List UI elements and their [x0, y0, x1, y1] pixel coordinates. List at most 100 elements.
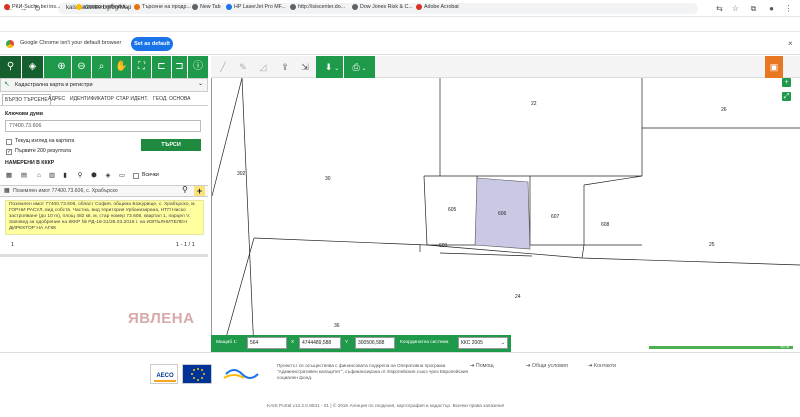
left-panel-blank [0, 257, 208, 352]
scale-input[interactable]: 564 [247, 337, 287, 349]
bookmark-0[interactable]: РКИ-Suche bei ins... [4, 3, 60, 12]
programme-logo [220, 364, 260, 384]
bookmark-icon [4, 3, 10, 10]
location-pin-icon[interactable]: ⚲ [76, 172, 84, 180]
close-icon[interactable]: × [788, 39, 793, 48]
parcel-label: 36 [334, 323, 340, 329]
bookmark-6[interactable]: Dow Jones Risk & C... [352, 3, 413, 12]
x-label: X [291, 340, 295, 345]
bookmark-icon [290, 3, 296, 10]
contacts-link[interactable]: ➔ Контакти [588, 363, 616, 369]
help-link[interactable]: ➔ Помощ [470, 363, 494, 369]
all-checkbox[interactable] [133, 173, 139, 179]
scale-bar: 50 m [648, 345, 794, 350]
tab-quick-search[interactable]: БЪРЗО ТЪРСЕНЕ [2, 94, 51, 105]
upload-icon[interactable]: ⇪ [275, 58, 295, 76]
parcel-label: 606 [498, 211, 507, 217]
parcel-label: 608 [601, 222, 610, 228]
translate-icon[interactable]: ⇆ [714, 3, 725, 14]
scale-label: Мащаб 1: [216, 340, 238, 345]
building-icon[interactable]: ▥ [48, 172, 56, 180]
expand-icon[interactable]: ⤢ [782, 92, 791, 101]
bookmark-icon [134, 3, 140, 10]
chrome-icon [6, 40, 14, 48]
layers-icon[interactable]: ◈ [22, 56, 44, 78]
grid-icon: ▦ [4, 188, 10, 194]
parcel-label: 26 [721, 107, 727, 113]
measure-icon[interactable]: ✎ [233, 58, 253, 76]
list-icon[interactable]: ▤ [20, 172, 28, 180]
info-icon[interactable]: ⓘ [188, 56, 208, 78]
bookmark-star-icon[interactable]: ☆ [730, 3, 741, 14]
layer-select[interactable]: Кадастрална карта и регистри [0, 78, 208, 92]
user-icon: ▣ [769, 62, 779, 72]
measure-area-icon[interactable]: ◿ [253, 58, 273, 76]
bookmark-7[interactable]: Adobe Acrobat [416, 3, 459, 12]
first-200-checkbox[interactable]: ✓ [6, 149, 12, 155]
keywords-input[interactable]: 77400.73.606 [5, 120, 201, 132]
add-icon[interactable]: + [194, 186, 205, 196]
page-count: 1 - 1 / 1 [176, 242, 195, 248]
back-view-icon[interactable]: ⊏ [152, 56, 172, 78]
forward-view-icon[interactable]: ⊐ [172, 56, 188, 78]
search-tool-icon[interactable]: ⚲ [0, 56, 22, 78]
parcel-label: 22 [531, 101, 537, 107]
export-icon[interactable]: ⇲ [295, 58, 315, 76]
result-title: Поземлен имот 77400.73.606, с. Храбърско [13, 188, 118, 194]
coordinate-system-select[interactable]: ККС 2005 ⌄ [458, 337, 508, 349]
coordinate-system-label: Координатна система [400, 340, 449, 345]
pan-icon[interactable]: ✋ [112, 56, 132, 78]
search-icon[interactable]: ⚲ [182, 185, 188, 194]
x-coordinate-input[interactable]: 4744489,588 [299, 337, 341, 349]
profile-icon[interactable]: ● [766, 3, 777, 14]
watermark: ЯВЛЕНА [128, 310, 195, 327]
set-default-button[interactable]: Set as default [131, 37, 173, 51]
extensions-icon[interactable]: ⧉ [748, 3, 759, 14]
bookmark-icon [352, 3, 358, 10]
chevron-down-icon: ⌄ [500, 340, 505, 346]
zoom-plus-icon[interactable]: + [782, 78, 791, 87]
full-extent-icon[interactable]: ⛶ [132, 56, 152, 78]
zoom-in-icon[interactable]: ⊕ [52, 56, 72, 78]
bookmark-icon [416, 3, 422, 10]
project-text: Проектът се осъществява с финансовата по… [277, 363, 469, 380]
grid-icon[interactable]: ▦ [5, 172, 13, 180]
tab-identifier[interactable]: ИДЕНТИФИКАТОР [68, 94, 116, 105]
document-icon[interactable]: ▭ [118, 172, 126, 180]
all-label: Всички [142, 172, 159, 178]
parcel-label: 302 [237, 171, 246, 177]
home-icon[interactable]: ⌂ [35, 172, 43, 180]
y-coordinate-input[interactable]: 300506,588 [355, 337, 395, 349]
bookmark-1[interactable]: купидон забежка... [76, 3, 130, 12]
draw-line-icon[interactable]: ╱ [213, 58, 233, 76]
layers-small-icon[interactable]: ◈ [104, 172, 112, 180]
tab-old-identifier[interactable]: СТАР ИДЕНТ. [114, 94, 150, 105]
terms-link[interactable]: ➔ Общи условия [526, 363, 568, 369]
cadastral-map[interactable]: 22 26 302 30 605 606 607 608 609 25 24 3… [211, 78, 800, 352]
menu-icon[interactable]: ⋮ [783, 3, 794, 14]
zoom-region-icon[interactable]: ⌕ [92, 56, 112, 78]
eco-logo: AECO [150, 364, 178, 384]
zoom-out-icon[interactable]: ⊖ [72, 56, 92, 78]
table-icon[interactable]: ▮ [61, 172, 69, 180]
parcel-label: 25 [709, 242, 715, 248]
bookmark-3[interactable]: New Tab [192, 3, 221, 12]
parcel-label: 609 [439, 243, 448, 249]
keywords-label: Ключови думи [5, 111, 43, 117]
print-button[interactable]: ⎙ ⌄ [343, 56, 375, 78]
bookmark-2[interactable]: Търсене на продр... [134, 3, 191, 12]
current-view-checkbox[interactable] [6, 139, 12, 145]
tab-address[interactable]: АДРЕС [46, 94, 67, 105]
search-button[interactable]: ТЪРСИ [141, 139, 201, 151]
polygon-icon[interactable]: ⬢ [90, 172, 98, 180]
tab-geodetic-base[interactable]: ГЕОД. ОСНОВА [151, 94, 193, 105]
parcel-label: 24 [515, 294, 521, 300]
page-number[interactable]: 1 [11, 242, 14, 248]
print-icon: ⎙ [352, 62, 360, 72]
bookmark-5[interactable]: http://isiscenter.do... [290, 3, 345, 12]
found-label: НАМЕРЕНИ В КККР [5, 160, 55, 166]
user-button[interactable]: ▣ [765, 56, 783, 78]
bookmark-icon [192, 3, 198, 10]
infobar-text: Google Chrome isn't your default browser [20, 40, 122, 46]
bookmark-4[interactable]: HP LaserJet Pro MF... [226, 3, 286, 12]
